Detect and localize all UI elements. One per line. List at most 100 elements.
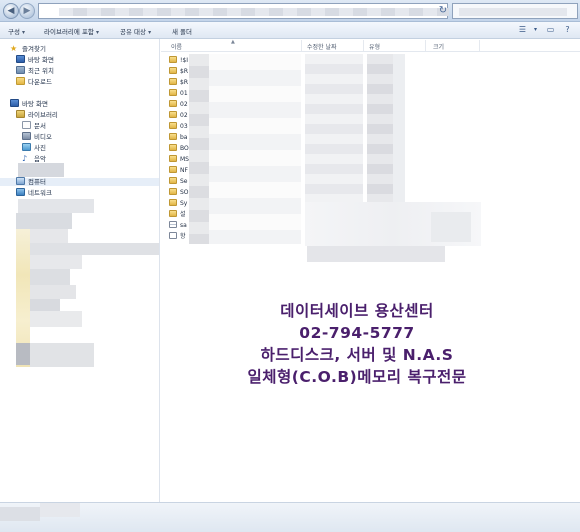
list-item[interactable]: MS — [169, 155, 189, 165]
sidebar-item-pictures[interactable]: 사진 — [22, 143, 46, 153]
file-name: MS — [180, 156, 189, 163]
list-item[interactable]: Se — [169, 177, 188, 187]
file-name: BO — [180, 145, 189, 152]
list-item[interactable]: 01 — [169, 89, 188, 99]
column-divider[interactable] — [479, 40, 480, 51]
folder-icon — [169, 177, 177, 184]
sidebar-item-label: 최근 위치 — [28, 67, 54, 75]
list-item[interactable]: SO — [169, 188, 189, 198]
sidebar-item-label: 네트워크 — [28, 189, 52, 197]
blurred-status — [0, 507, 40, 521]
navigation-pane: ★ 즐겨찾기 바탕 화면 최근 위치 다운로드 바탕 화면 라이브러리 문서 비디… — [0, 39, 160, 502]
list-item[interactable]: Sy — [169, 199, 187, 209]
sidebar-item-label: 문서 — [34, 122, 46, 130]
folder-icon — [169, 78, 177, 85]
blurred-block — [307, 246, 445, 262]
list-item[interactable]: 03 — [169, 122, 188, 132]
blurred-item — [30, 311, 82, 327]
sidebar-item-libraries[interactable]: 라이브러리 — [16, 110, 58, 120]
sidebar-item-label: 사진 — [34, 144, 46, 152]
downloads-folder-icon — [16, 77, 25, 85]
list-item[interactable]: NF — [169, 166, 188, 176]
libraries-icon — [16, 110, 25, 118]
chevron-down-icon: ▾ — [148, 29, 152, 36]
sidebar-item-desktop-fav[interactable]: 바탕 화면 — [16, 55, 54, 65]
blurred-item — [30, 285, 76, 299]
file-list: !$I $R $R 01 02 02 03 ba BO MS NF Se SO … — [161, 52, 580, 262]
document-icon — [22, 121, 31, 129]
sidebar-item-desktop[interactable]: 바탕 화면 — [10, 99, 48, 109]
forward-arrow-icon: ▶ — [23, 6, 31, 16]
back-button[interactable]: ◀ — [3, 3, 19, 19]
sidebar-item-label: 다운로드 — [28, 78, 52, 86]
sidebar-item-favorites[interactable]: ★ 즐겨찾기 — [10, 44, 46, 54]
list-item[interactable]: sa — [169, 221, 187, 231]
command-bar: 구성 ▾ 라이브러리에 포함 ▾ 공유 대상 ▾ 새 폴더 ☰ ▾ ▭ ? — [0, 22, 580, 39]
sidebar-item-label: 음악 — [34, 155, 46, 163]
file-name: 02 — [180, 112, 188, 119]
address-bar-strip: ◀ ▶ ↻ — [0, 0, 580, 22]
new-folder-button[interactable]: 새 폴더 — [172, 26, 192, 36]
preview-pane-icon[interactable]: ▭ — [545, 25, 556, 35]
organize-button[interactable]: 구성 ▾ — [8, 26, 25, 36]
list-item[interactable]: !$I — [169, 56, 188, 66]
blurred-item — [18, 199, 94, 213]
sidebar-item-network[interactable]: 네트워크 — [16, 188, 52, 198]
search-input[interactable] — [452, 3, 578, 19]
sidebar-item-recent[interactable]: 최근 위치 — [16, 66, 54, 76]
column-divider[interactable] — [301, 40, 302, 51]
list-item[interactable]: $R — [169, 67, 188, 77]
star-icon: ★ — [10, 44, 18, 53]
folder-icon — [169, 122, 177, 129]
desktop-icon — [10, 99, 19, 107]
folder-icon — [169, 210, 177, 217]
file-name: NF — [180, 167, 188, 174]
video-icon — [22, 132, 31, 140]
config-file-icon — [169, 221, 177, 228]
list-item[interactable]: 항 — [169, 232, 186, 242]
share-with-button[interactable]: 공유 대상 ▾ — [120, 26, 151, 36]
file-icon — [169, 232, 177, 239]
refresh-button[interactable]: ↻ — [436, 4, 450, 18]
watermark-line-3: 하드디스크, 서버 및 N.A.S — [260, 346, 454, 364]
chevron-down-icon[interactable]: ▾ — [530, 25, 541, 35]
sidebar-item-computer[interactable]: 컴퓨터 — [16, 177, 46, 187]
folder-icon — [169, 56, 177, 63]
file-name: 03 — [180, 123, 188, 130]
column-divider[interactable] — [363, 40, 364, 51]
column-divider[interactable] — [425, 40, 426, 51]
list-item[interactable]: 02 — [169, 100, 188, 110]
watermark-text: 데이터세이브 용산센터 02-794-5777 하드디스크, 서버 및 N.A.… — [212, 300, 502, 388]
list-item[interactable]: BO — [169, 144, 189, 154]
sidebar-item-videos[interactable]: 비디오 — [22, 132, 52, 142]
column-name[interactable]: 이름 — [171, 42, 182, 51]
column-type[interactable]: 유형 — [369, 42, 380, 51]
blurred-search-text — [459, 8, 567, 16]
refresh-icon: ↻ — [438, 5, 448, 16]
list-item[interactable]: 02 — [169, 111, 188, 121]
forward-button[interactable]: ▶ — [19, 3, 35, 19]
address-field[interactable] — [38, 3, 449, 19]
list-item[interactable]: ba — [169, 133, 188, 143]
sidebar-item-documents[interactable]: 문서 — [22, 121, 46, 131]
folder-icon — [169, 133, 177, 140]
sidebar-item-downloads[interactable]: 다운로드 — [16, 77, 52, 87]
file-name: Sy — [180, 200, 188, 207]
folder-icon — [169, 166, 177, 173]
view-options-icon[interactable]: ☰ — [517, 25, 528, 35]
include-library-button[interactable]: 라이브러리에 포함 ▾ — [44, 26, 99, 36]
folder-icon — [169, 67, 177, 74]
list-item[interactable]: 설 — [169, 210, 186, 220]
blurred-item — [30, 229, 68, 243]
column-size[interactable]: 크기 — [433, 42, 444, 51]
watermark-line-2: 02-794-5777 — [299, 324, 415, 342]
help-icon[interactable]: ? — [562, 25, 573, 35]
list-item[interactable]: $R — [169, 78, 188, 88]
blurred-block — [431, 212, 471, 242]
desktop-icon — [16, 55, 25, 63]
sidebar-item-label: 즐겨찾기 — [22, 45, 46, 53]
watermark-line-4: 일체형(C.O.B)메모리 복구전문 — [247, 368, 467, 386]
column-modified[interactable]: 수정한 날짜 — [307, 42, 337, 51]
sidebar-item-label: 라이브러리 — [28, 111, 58, 119]
sort-ascending-icon: ▲ — [231, 39, 235, 45]
